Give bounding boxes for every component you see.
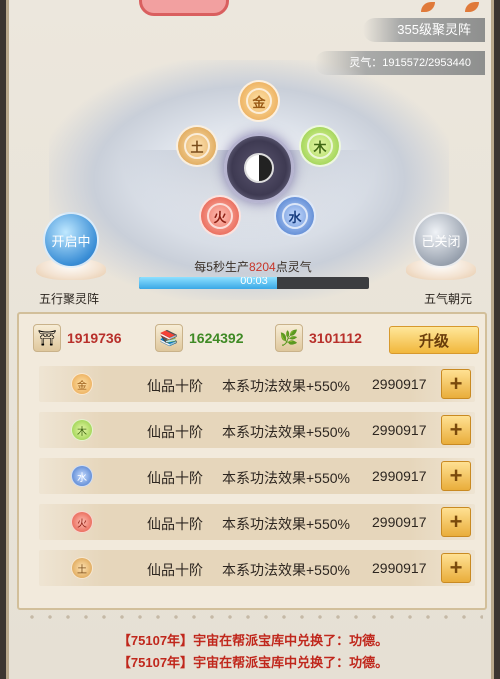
element-row: 土 仙品十阶 本系功法效果+550% 2990917 + [39, 550, 475, 586]
book-stack-icon: 📚 [155, 324, 183, 352]
timer-text: 00:03 [240, 277, 268, 287]
jade-seal-icon: ⛩ [33, 324, 61, 352]
row-effect: 本系功法效果+550% [222, 378, 350, 394]
earth-icon: 土 [184, 133, 210, 159]
production-timer-bar: 00:03 [139, 277, 369, 289]
yinyang-core[interactable] [224, 133, 294, 203]
water-icon: 水 [282, 203, 308, 229]
row-grade: 仙品十阶 [147, 562, 203, 578]
element-row: 金 仙品十阶 本系功法效果+550% 2990917 + [39, 366, 475, 402]
row-effect: 本系功法效果+550% [222, 516, 350, 532]
element-water-node[interactable]: 水 [274, 195, 316, 237]
array-level-badge: 355级聚灵阵 [363, 18, 485, 42]
metal-icon: 金 [71, 373, 93, 395]
row-effect: 本系功法效果+550% [222, 562, 350, 578]
row-effect: 本系功法效果+550% [222, 424, 350, 440]
element-row: 水 仙品十阶 本系功法效果+550% 2990917 + [39, 458, 475, 494]
add-button[interactable]: + [441, 553, 471, 583]
row-grade: 仙品十阶 [147, 516, 203, 532]
row-value: 2990917 [372, 560, 427, 576]
main-window: 355级聚灵阵 灵气：1915572/2953440 金 木 土 火 水 开启中… [6, 0, 494, 679]
upgrade-button[interactable]: 升级 [389, 326, 479, 354]
row-grade: 仙品十阶 [147, 378, 203, 394]
element-wood-node[interactable]: 木 [299, 125, 341, 167]
resource-bar: ⛩ 1919736 📚 1624392 🌿 3101112 升级 [19, 322, 485, 354]
add-button[interactable]: + [441, 507, 471, 537]
earth-icon: 土 [71, 557, 93, 579]
row-value: 2990917 [372, 376, 427, 392]
leaf-icon [421, 2, 435, 12]
yinyang-icon [244, 153, 274, 183]
add-button[interactable]: + [441, 415, 471, 445]
fire-icon: 火 [207, 203, 233, 229]
resource-value: 3101112 [309, 330, 362, 346]
five-qi-label: 五气朝元 [424, 292, 473, 306]
element-row: 火 仙品十阶 本系功法效果+550% 2990917 + [39, 504, 475, 540]
add-button[interactable]: + [441, 461, 471, 491]
resource-value: 1919736 [67, 330, 122, 346]
row-grade: 仙品十阶 [147, 424, 203, 440]
dotted-divider [23, 613, 483, 621]
production-rate: 每5秒生产8204点灵气 [194, 260, 312, 274]
leaf-icon [465, 2, 479, 12]
activity-log-entry: 【75107年】宇宙在帮派宝库中兑换了：功德。 [117, 655, 389, 670]
element-earth-node[interactable]: 土 [176, 125, 218, 167]
add-button[interactable]: + [441, 369, 471, 399]
row-effect: 本系功法效果+550% [222, 470, 350, 486]
herb-icon: 🌿 [275, 324, 303, 352]
activity-log-entry: 【75107年】宇宙在帮派宝库中兑换了：功德。 [117, 633, 389, 648]
wood-icon: 木 [307, 133, 333, 159]
row-value: 2990917 [372, 422, 427, 438]
element-row: 木 仙品十阶 本系功法效果+550% 2990917 + [39, 412, 475, 448]
cloud-ornament [139, 0, 229, 16]
fire-icon: 火 [71, 511, 93, 533]
row-grade: 仙品十阶 [147, 470, 203, 486]
row-value: 2990917 [372, 514, 427, 530]
element-metal-node[interactable]: 金 [238, 80, 280, 122]
five-elements-array-label: 五行聚灵阵 [39, 292, 100, 306]
wood-icon: 木 [71, 419, 93, 441]
water-icon: 水 [71, 465, 93, 487]
upgrade-panel: ⛩ 1919736 📚 1624392 🌿 3101112 升级 金 仙品十阶 … [17, 312, 487, 610]
production-amount: 8204 [248, 260, 276, 274]
element-fire-node[interactable]: 火 [199, 195, 241, 237]
row-value: 2990917 [372, 468, 427, 484]
metal-icon: 金 [246, 88, 272, 114]
resource-value: 1624392 [189, 330, 244, 346]
